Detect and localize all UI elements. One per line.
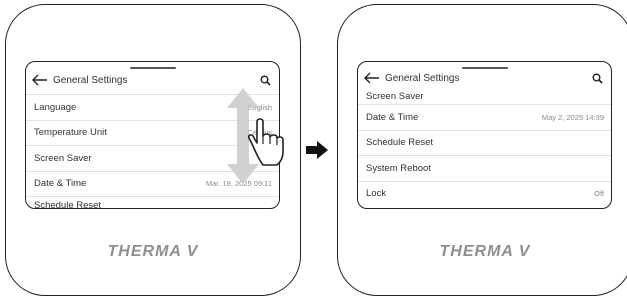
- page-title: General Settings: [53, 74, 128, 86]
- row-label: Schedule Reset: [366, 137, 434, 149]
- brand-logo: THERMA V: [107, 243, 199, 260]
- row-label: Language: [34, 101, 77, 113]
- list-item-system-reboot[interactable]: System Reboot: [358, 155, 611, 181]
- row-label: Lock: [366, 188, 387, 200]
- scroll-double-arrow-icon: [227, 88, 259, 184]
- drag-handle[interactable]: [129, 67, 176, 69]
- right-arrow-icon: [306, 141, 328, 159]
- row-value: May 2, 2025 14:39: [541, 112, 604, 122]
- list-item-schedule-reset[interactable]: Schedule Reset: [358, 129, 611, 156]
- row-label: Screen Saver: [366, 91, 424, 102]
- page-title: General Settings: [385, 72, 460, 84]
- screen-after: General Settings Screen Saver Date & Tim…: [357, 61, 612, 209]
- row-label: Date & Time: [34, 178, 87, 190]
- search-icon[interactable]: [592, 73, 603, 84]
- hand-pointer-icon: [247, 118, 284, 166]
- back-arrow-icon[interactable]: [364, 72, 380, 84]
- settings-list[interactable]: Screen Saver Date & Time May 2, 2025 14:…: [358, 88, 611, 206]
- list-item-lock[interactable]: Lock Off: [358, 180, 611, 207]
- row-label: Temperature Unit: [34, 127, 107, 139]
- device-after: General Settings Screen Saver Date & Tim…: [337, 4, 627, 296]
- scroll-gesture-overlay: [227, 88, 284, 184]
- brand-logo: THERMA V: [439, 243, 531, 260]
- list-item-date-time[interactable]: Date & Time May 2, 2025 14:39: [358, 104, 611, 130]
- search-icon[interactable]: [260, 75, 271, 86]
- row-label: Schedule Reset: [34, 200, 102, 209]
- row-label: Screen Saver: [34, 152, 92, 164]
- row-label: Date & Time: [366, 111, 419, 123]
- list-item-screen-saver[interactable]: Screen Saver: [358, 88, 611, 104]
- row-label: System Reboot: [366, 162, 431, 174]
- row-value: Off: [594, 189, 604, 199]
- list-item-schedule-reset[interactable]: Schedule Reset: [26, 196, 279, 209]
- back-arrow-icon[interactable]: [32, 74, 48, 86]
- header-bar: General Settings: [364, 68, 603, 88]
